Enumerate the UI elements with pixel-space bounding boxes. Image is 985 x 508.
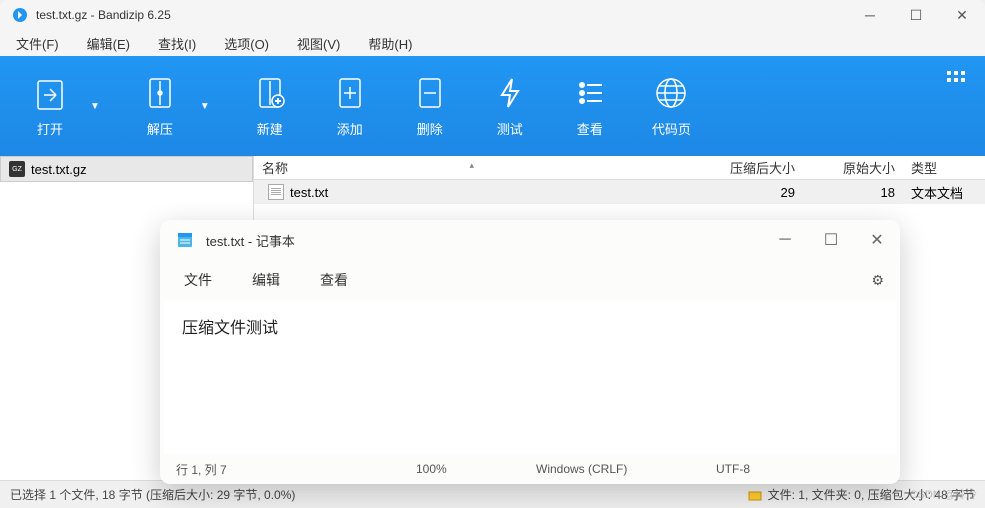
np-controls: ─ ☐ ✕ <box>762 220 900 260</box>
new-button[interactable]: 新建 <box>240 67 300 146</box>
np-minimize-button[interactable]: ─ <box>762 220 808 260</box>
view-button[interactable]: 查看 <box>560 67 620 146</box>
np-menubar: 文件 编辑 查看 ⚙ <box>160 260 900 300</box>
list-header: 名称▴ 压缩后大小 原始大小 类型 <box>254 156 985 180</box>
app-icon <box>12 7 28 23</box>
test-button[interactable]: 测试 <box>480 67 540 146</box>
menubar: 文件(F) 编辑(E) 查找(I) 选项(O) 视图(V) 帮助(H) <box>0 30 985 56</box>
np-statusbar: 行 1, 列 7 100% Windows (CRLF) UTF-8 <box>160 454 900 484</box>
extract-dropdown[interactable]: ▼ <box>200 101 210 112</box>
menu-view[interactable]: 视图(V) <box>291 32 346 55</box>
add-icon <box>332 75 368 111</box>
np-menu-file[interactable]: 文件 <box>176 266 220 294</box>
new-icon <box>252 75 288 111</box>
grid-icon[interactable] <box>947 71 965 94</box>
titlebar: test.txt.gz - Bandizip 6.25 ─ ☐ ✕ <box>0 0 985 30</box>
extract-button[interactable]: 解压 <box>130 67 190 146</box>
menu-file[interactable]: 文件(F) <box>10 32 65 55</box>
watermark: CSDN @冷冷 <box>910 486 977 502</box>
open-dropdown[interactable]: ▼ <box>90 101 100 112</box>
minimize-button[interactable]: ─ <box>847 0 893 30</box>
settings-gear-icon[interactable]: ⚙ <box>871 272 884 289</box>
sidebar-archive-item[interactable]: GZ test.txt.gz <box>0 156 253 182</box>
open-icon <box>32 75 68 111</box>
text-file-icon <box>268 184 284 200</box>
test-icon <box>492 75 528 111</box>
close-button[interactable]: ✕ <box>939 0 985 30</box>
col-type[interactable]: 类型 <box>905 158 985 177</box>
toolbar: 打开 ▼ 解压 ▼ 新建 添加 删除 测试 查看 代码页 <box>0 56 985 156</box>
extract-icon <box>142 75 178 111</box>
window-title: test.txt.gz - Bandizip 6.25 <box>36 8 847 22</box>
np-titlebar: test.txt - 记事本 ─ ☐ ✕ <box>160 220 900 260</box>
gz-icon: GZ <box>9 161 25 177</box>
np-eol: Windows (CRLF) <box>536 462 716 476</box>
delete-button[interactable]: 删除 <box>400 67 460 146</box>
folder-icon <box>748 488 762 502</box>
np-encoding: UTF-8 <box>716 462 790 476</box>
np-content[interactable]: 压缩文件测试 <box>164 300 896 454</box>
view-icon <box>572 75 608 111</box>
np-menu-view[interactable]: 查看 <box>312 266 356 294</box>
np-cursor-pos: 行 1, 列 7 <box>176 461 416 478</box>
window-controls: ─ ☐ ✕ <box>847 0 985 30</box>
add-button[interactable]: 添加 <box>320 67 380 146</box>
np-zoom: 100% <box>416 462 536 476</box>
menu-help[interactable]: 帮助(H) <box>362 32 418 55</box>
np-maximize-button[interactable]: ☐ <box>808 220 854 260</box>
menu-find[interactable]: 查找(I) <box>152 32 202 55</box>
codepage-button[interactable]: 代码页 <box>640 67 703 146</box>
np-title: test.txt - 记事本 <box>206 231 762 250</box>
notepad-window: test.txt - 记事本 ─ ☐ ✕ 文件 编辑 查看 ⚙ 压缩文件测试 行… <box>160 220 900 484</box>
np-close-button[interactable]: ✕ <box>854 220 900 260</box>
maximize-button[interactable]: ☐ <box>893 0 939 30</box>
archive-name: test.txt.gz <box>31 162 87 177</box>
codepage-icon <box>653 75 689 111</box>
statusbar: 已选择 1 个文件, 18 字节 (压缩后大小: 29 字节, 0.0%) 文件… <box>0 480 985 508</box>
menu-options[interactable]: 选项(O) <box>218 32 275 55</box>
col-compressed[interactable]: 压缩后大小 <box>685 158 805 177</box>
np-menu-edit[interactable]: 编辑 <box>244 266 288 294</box>
status-left: 已选择 1 个文件, 18 字节 (压缩后大小: 29 字节, 0.0%) <box>10 486 295 503</box>
notepad-icon <box>176 231 194 249</box>
menu-edit[interactable]: 编辑(E) <box>81 32 136 55</box>
table-row[interactable]: test.txt 29 18 文本文档 <box>254 180 985 204</box>
open-button[interactable]: 打开 <box>20 67 80 146</box>
sort-arrow-icon: ▴ <box>470 160 475 171</box>
delete-icon <box>412 75 448 111</box>
col-name[interactable]: 名称▴ <box>254 158 685 177</box>
col-original[interactable]: 原始大小 <box>805 158 905 177</box>
